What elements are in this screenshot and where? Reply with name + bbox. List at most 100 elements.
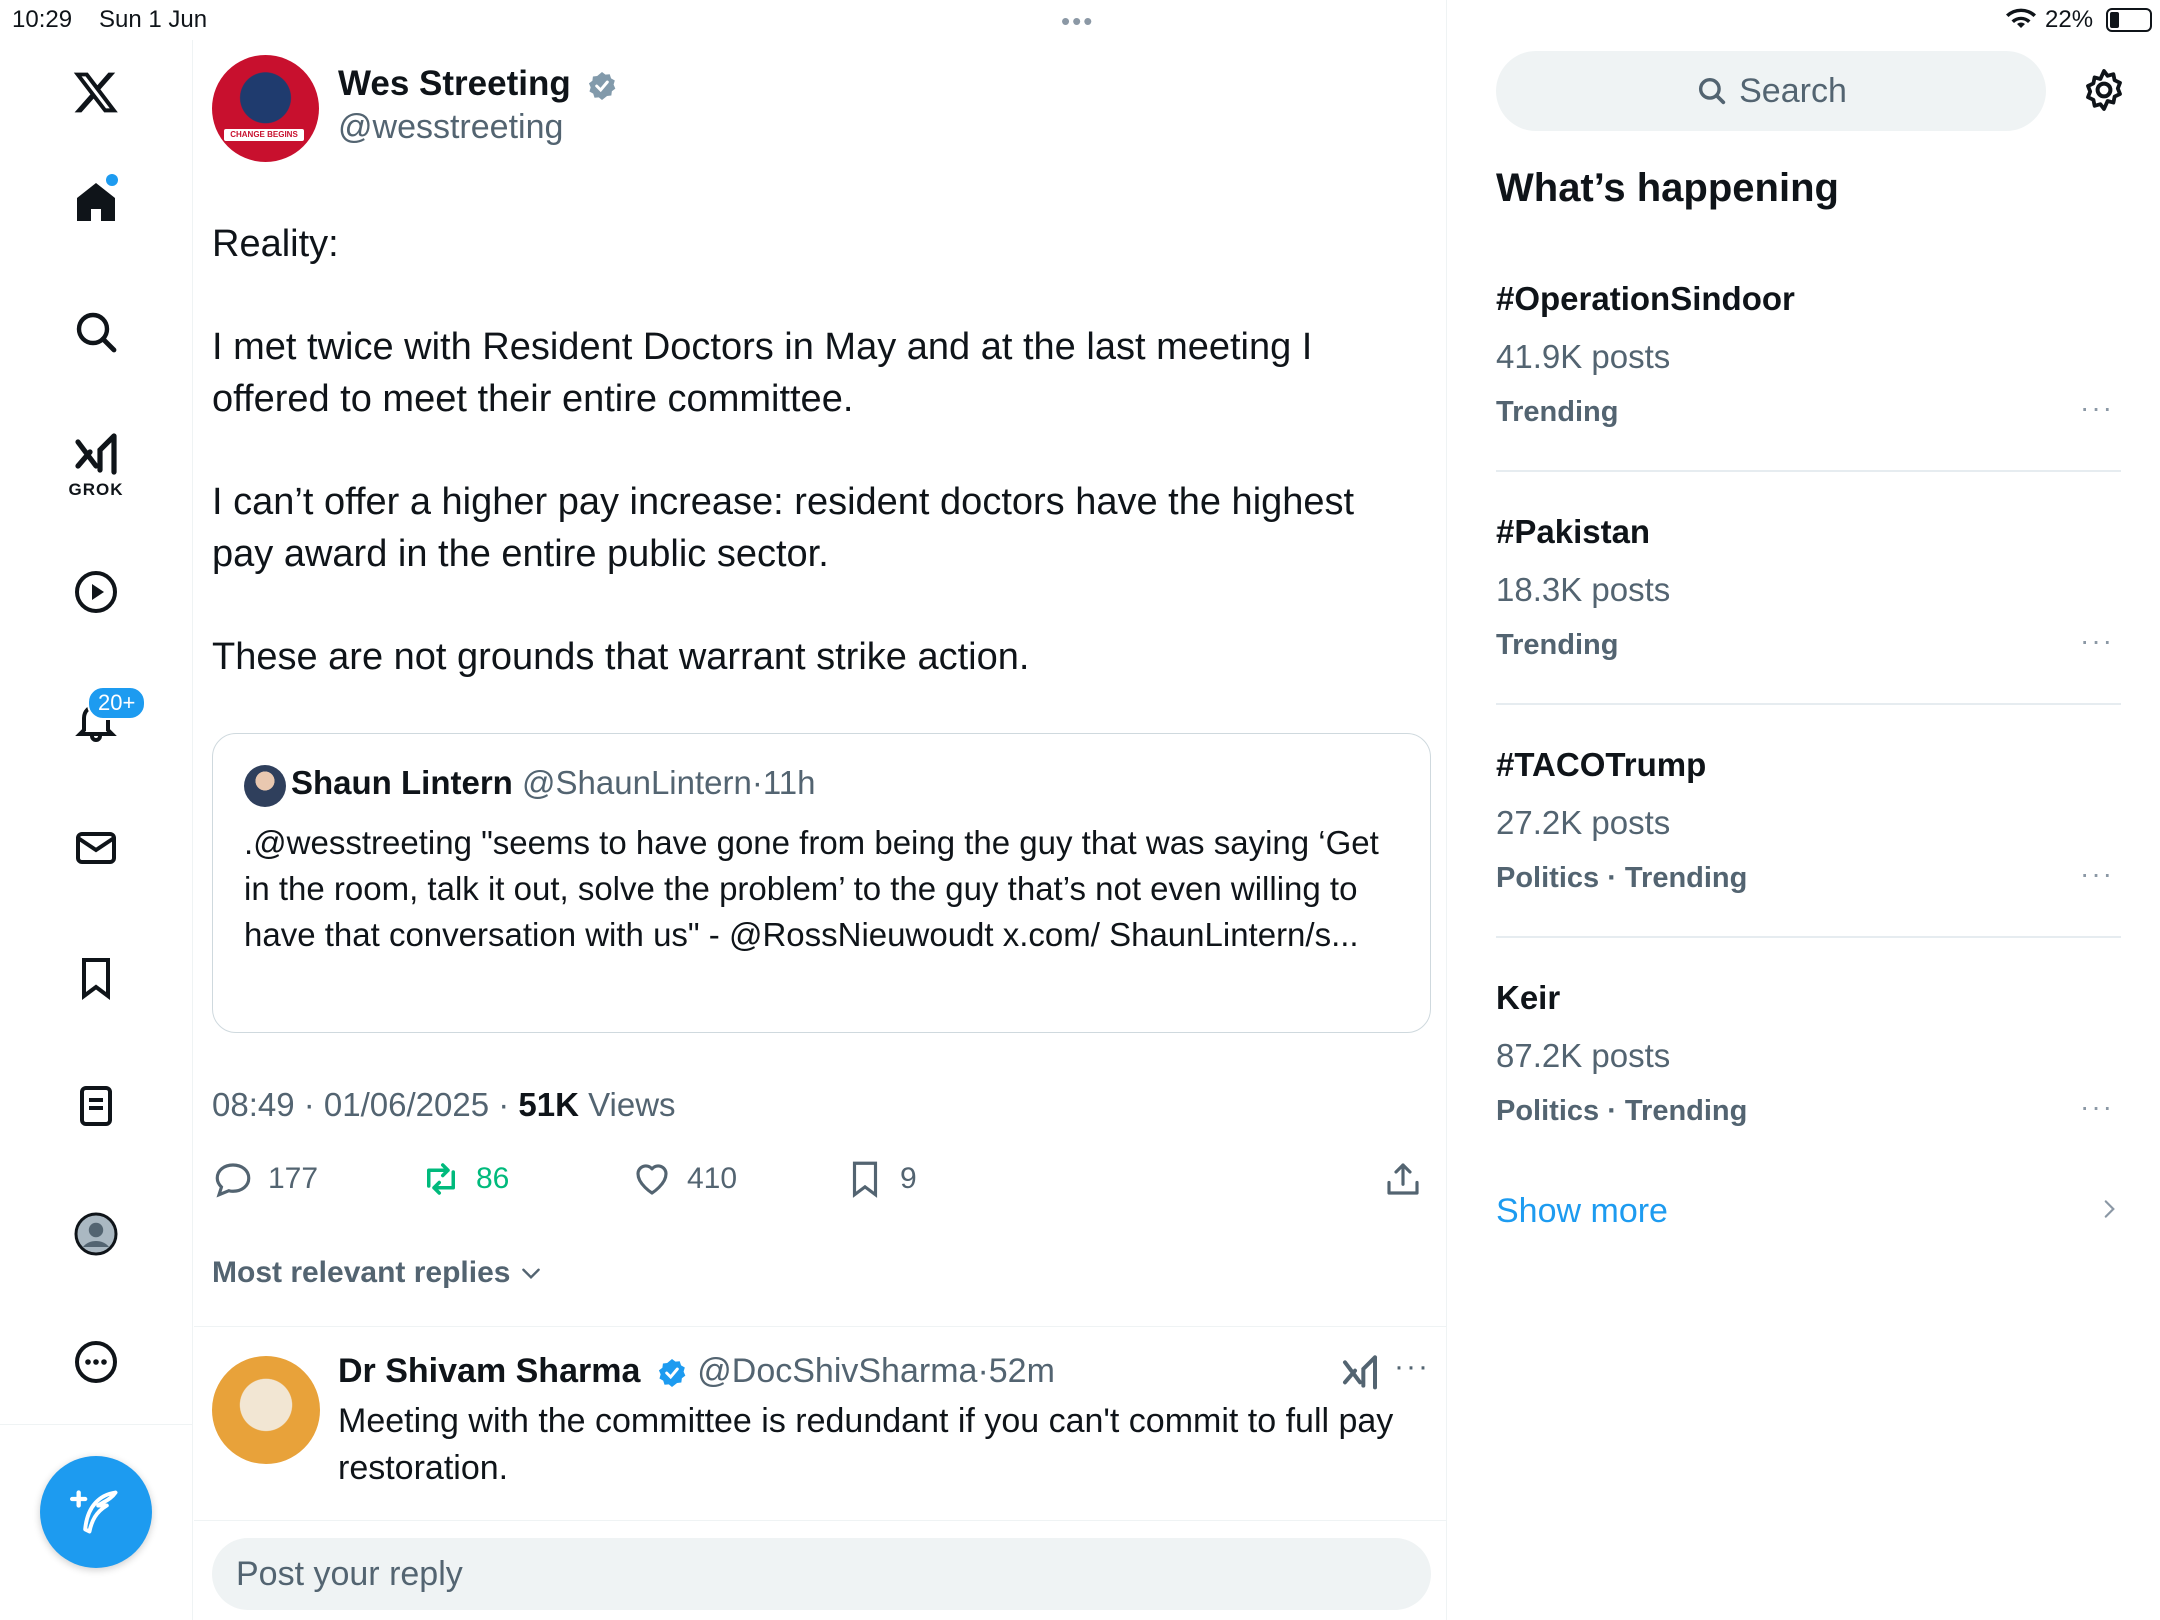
views-count[interactable]: 51K (518, 1086, 579, 1123)
grok-label[interactable]: GROK (50, 480, 142, 500)
search-icon (1699, 77, 1726, 105)
repost-icon (427, 1163, 455, 1195)
reply-separator: · (977, 1352, 989, 1390)
trend-post-count: 41.9K posts (1496, 338, 1671, 375)
reply-input[interactable]: Post your reply (212, 1538, 1431, 1610)
views-label: Views (578, 1086, 676, 1123)
reply-header: Dr Shivam Sharma @DocShivSharma·52m (338, 1352, 1055, 1391)
trend-name: #OperationSindoor (1496, 280, 1795, 317)
reply-button[interactable]: 177 (212, 1158, 318, 1200)
x-logo-icon[interactable] (64, 60, 128, 124)
author-handle[interactable]: @wesstreeting (338, 108, 563, 147)
trend-context: Politics · Trending (1496, 862, 1748, 894)
tweet-actions: 177 86 410 9 (212, 1158, 1431, 1208)
trend-item[interactable]: #OperationSindoor 41.9K posts Trending ·… (1496, 280, 2121, 512)
messages-icon[interactable] (64, 816, 128, 880)
reply-more-icon[interactable]: ··· (1394, 1350, 1430, 1384)
repost-button[interactable]: 86 (420, 1158, 509, 1200)
trend-post-count: 27.2K posts (1496, 804, 1671, 841)
quote-author-name: Shaun Lintern (291, 764, 513, 801)
chevron-right-icon (2096, 1196, 2122, 1227)
quote-header: Shaun Lintern @ShaunLintern·11h (291, 764, 815, 802)
trend-post-count: 87.2K posts (1496, 1037, 1671, 1074)
author-name[interactable]: Wes Streeting (338, 64, 618, 104)
tweet-timestamp: 08:49 · 01/06/2025 · (212, 1086, 519, 1123)
divider (194, 1520, 1447, 1521)
author-avatar[interactable]: CHANGE BEGINS (212, 55, 319, 162)
replies-sort-label: Most relevant replies (212, 1256, 511, 1289)
grok-explain-icon[interactable] (1340, 1354, 1380, 1399)
trend-context: Politics · Trending (1496, 1095, 1748, 1127)
trend-more-icon[interactable]: ··· (2080, 1091, 2114, 1123)
home-icon[interactable] (64, 170, 128, 234)
tweet-text: Reality: I met twice with Resident Docto… (212, 218, 1412, 683)
trend-more-icon[interactable]: ··· (2080, 625, 2114, 657)
reply-text: Meeting with the committee is redundant … (338, 1402, 1394, 1487)
trend-item[interactable]: Keir 87.2K posts Politics · Trending ··· (1496, 979, 2121, 1211)
like-count: 410 (687, 1162, 738, 1195)
main-column: CHANGE BEGINS Wes Streeting @wesstreetin… (194, 0, 1447, 1620)
compose-icon (70, 1490, 118, 1534)
tweet-paragraph: I met twice with Resident Doctors in May… (212, 326, 1313, 420)
sidebar-nav: GROK 20+ (0, 40, 193, 1620)
profile-icon[interactable] (64, 1202, 128, 1266)
bookmark-icon (852, 1161, 878, 1198)
share-icon (1387, 1163, 1419, 1195)
reply-icon (215, 1163, 251, 1198)
trend-context: Trending (1496, 629, 1619, 661)
author-name-text[interactable]: Wes Streeting (338, 64, 571, 103)
settings-gear-icon[interactable] (2080, 66, 2128, 119)
trend-post-count: 18.3K posts (1496, 571, 1671, 608)
trend-more-icon[interactable]: ··· (2080, 392, 2114, 424)
repost-count: 86 (476, 1162, 510, 1195)
search-icon[interactable] (64, 300, 128, 364)
reply-count: 177 (268, 1162, 319, 1195)
avatar-banner: CHANGE BEGINS (224, 129, 304, 141)
quote-time: 11h (762, 764, 816, 801)
more-icon[interactable] (64, 1330, 128, 1394)
show-more-link[interactable]: Show more (1496, 1192, 1668, 1231)
quote-text: .@wesstreeting "seems to have gone from … (244, 824, 1379, 953)
verified-blue-icon (658, 1359, 686, 1388)
divider (1496, 936, 2121, 938)
chevron-down-icon (522, 1268, 541, 1280)
quote-separator: · (751, 764, 763, 801)
trend-name: Keir (1496, 979, 1561, 1016)
grok-icon[interactable] (64, 424, 128, 488)
home-unread-dot (106, 174, 118, 186)
replies-sort-dropdown[interactable]: Most relevant replies (212, 1256, 544, 1290)
trend-item[interactable]: #TACOTrump 27.2K posts Politics · Trendi… (1496, 746, 2121, 978)
tweet-paragraph: These are not grounds that warrant strik… (212, 636, 1030, 678)
share-button[interactable] (1382, 1158, 1438, 1200)
search-input[interactable]: Search (1496, 51, 2046, 131)
bookmarks-icon[interactable] (64, 946, 128, 1010)
tweet-meta: 08:49 · 01/06/2025 · 51K Views (212, 1086, 676, 1124)
bookmark-button[interactable]: 9 (844, 1158, 917, 1200)
trend-item[interactable]: #Pakistan 18.3K posts Trending ··· (1496, 513, 2121, 745)
quote-author-handle: @ShaunLintern (522, 764, 752, 801)
sidebar-divider (0, 1424, 193, 1425)
status-time: 10:29 (12, 6, 73, 33)
lists-icon[interactable] (64, 1074, 128, 1138)
compose-button[interactable] (40, 1456, 152, 1568)
trend-context: Trending (1496, 396, 1619, 428)
trend-name: #TACOTrump (1496, 746, 1707, 783)
reply-author-name[interactable]: Dr Shivam Sharma (338, 1352, 640, 1390)
like-button[interactable]: 410 (631, 1158, 737, 1200)
quote-avatar (244, 765, 286, 807)
notifications-badge: 20+ (87, 686, 147, 720)
reply-author-handle[interactable]: @DocShivSharma (697, 1352, 977, 1390)
whats-happening-heading: What’s happening (1496, 166, 1839, 210)
tweet-paragraph: Reality: (212, 223, 339, 265)
divider (1496, 470, 2121, 472)
video-icon[interactable] (64, 560, 128, 624)
reply-author-avatar[interactable] (212, 1356, 320, 1464)
divider (194, 1326, 1447, 1327)
right-column: Search What’s happening #OperationSindoo… (1448, 0, 2160, 1620)
divider (1496, 703, 2121, 705)
quoted-tweet[interactable]: Shaun Lintern @ShaunLintern·11h .@wesstr… (212, 733, 1431, 1033)
verified-grey-icon (589, 71, 616, 100)
trend-more-icon[interactable]: ··· (2080, 858, 2114, 890)
trend-name: #Pakistan (1496, 513, 1651, 550)
bookmark-count: 9 (900, 1162, 917, 1195)
